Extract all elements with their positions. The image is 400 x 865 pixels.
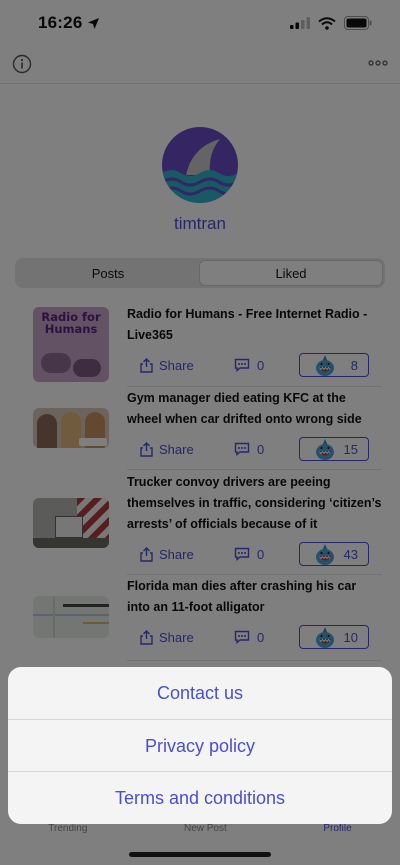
contact-us-button[interactable]: Contact us	[8, 667, 392, 719]
action-sheet: Contact us Privacy policy Terms and cond…	[8, 667, 392, 824]
privacy-policy-button[interactable]: Privacy policy	[8, 720, 392, 772]
terms-and-conditions-button[interactable]: Terms and conditions	[8, 772, 392, 824]
home-indicator[interactable]	[129, 852, 271, 857]
